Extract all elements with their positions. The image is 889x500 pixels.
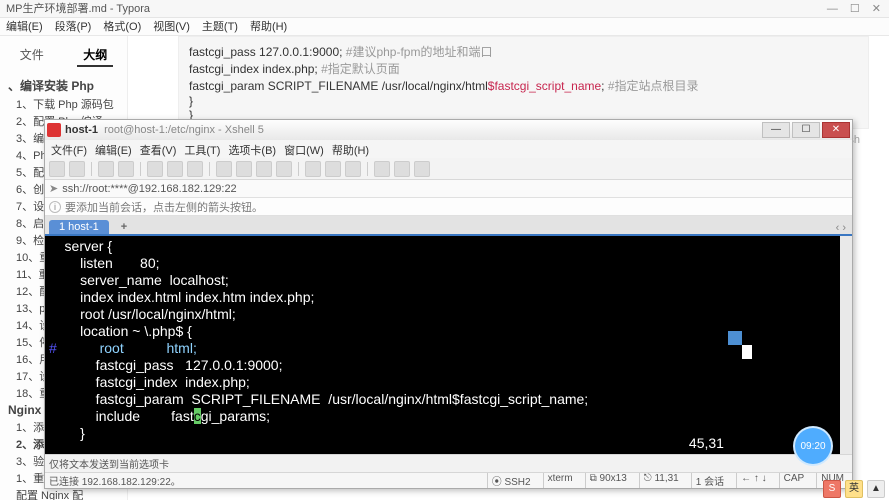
code-block[interactable]: fastcgi_pass 127.0.0.1:9000; #建议php-fpm的… xyxy=(178,36,869,129)
terminal-scrollbar[interactable] xyxy=(840,236,852,454)
xshell-status-bar: 已连接 192.168.182.129:22。 ⦿ SSH2xterm⧉ 90x… xyxy=(45,472,852,488)
tb-print-icon[interactable] xyxy=(374,161,390,177)
typora-menubar[interactable]: 编辑(E) 段落(P) 格式(O) 视图(V) 主题(T) 帮助(H) xyxy=(0,18,889,36)
tray-ime-icon[interactable]: 英 xyxy=(845,480,863,498)
address-text[interactable]: ssh://root:****@192.168.182.129:22 xyxy=(62,183,236,195)
tb-open-icon[interactable] xyxy=(69,161,85,177)
tray-more-icon[interactable]: ▲ xyxy=(867,480,885,498)
side-tab-outline[interactable]: 大纲 xyxy=(77,44,113,67)
side-tab-files[interactable]: 文件 xyxy=(14,44,50,67)
typora-titlebar: MP生产环境部署.md - Typora — ☐ ✕ xyxy=(0,0,889,18)
window-close[interactable]: ✕ xyxy=(872,0,881,17)
xshell-tabs[interactable]: 1 host-1 + ‹ › xyxy=(45,216,852,234)
menu-edit[interactable]: 编辑(E) xyxy=(6,18,43,35)
outline-item[interactable]: 1、下载 Php 源码包 xyxy=(8,96,119,112)
typora-title-text: MP生产环境部署.md - Typora xyxy=(6,0,150,17)
xshell-app-icon xyxy=(47,123,61,137)
tb-disconnect-icon[interactable] xyxy=(118,161,134,177)
tb-paste-icon[interactable] xyxy=(167,161,183,177)
tb-help-icon[interactable] xyxy=(414,161,430,177)
window-min[interactable]: — xyxy=(827,0,838,17)
tb-xftp-icon[interactable] xyxy=(325,161,341,177)
selection-block2 xyxy=(742,345,752,359)
menu-help[interactable]: 帮助(H) xyxy=(250,18,287,35)
selection-block xyxy=(728,331,742,345)
xshell-compose-bar[interactable]: 仅将文本发送到当前选项卡 xyxy=(45,454,852,472)
menu-theme[interactable]: 主题(T) xyxy=(202,18,238,35)
xshell-min[interactable]: — xyxy=(762,122,790,138)
xshell-hint-bar: i 要添加当前会话，点击左侧的箭头按钮。 xyxy=(45,198,852,216)
time-bubble[interactable]: 09:20 xyxy=(795,428,831,464)
xshell-window[interactable]: host-1 root@host-1:/etc/nginx - Xshell 5… xyxy=(44,119,853,489)
xshell-close[interactable]: ✕ xyxy=(822,122,850,138)
tb-fs-icon[interactable] xyxy=(276,161,292,177)
tray-icon-1[interactable]: S xyxy=(823,480,841,498)
tb-color-icon[interactable] xyxy=(236,161,252,177)
go-icon[interactable]: ➤ xyxy=(49,182,58,195)
tb-props-icon[interactable] xyxy=(216,161,232,177)
tb-font-icon[interactable] xyxy=(256,161,272,177)
session-tab[interactable]: 1 host-1 xyxy=(49,220,109,234)
tb-reconnect-icon[interactable] xyxy=(98,161,114,177)
vim-position: 45,31 xyxy=(689,435,724,452)
menu-paragraph[interactable]: 段落(P) xyxy=(55,18,92,35)
tb-chat-icon[interactable] xyxy=(394,161,410,177)
window-max[interactable]: ☐ xyxy=(850,0,860,17)
menu-format[interactable]: 格式(O) xyxy=(103,18,141,35)
xshell-address-bar[interactable]: ➤ ssh://root:****@192.168.182.129:22 xyxy=(45,180,852,198)
xshell-menubar[interactable]: 文件(F) 编辑(E) 查看(V) 工具(T) 选项卡(B) 窗口(W) 帮助(… xyxy=(45,140,852,158)
terminal[interactable]: server { listen 80; server_name localhos… xyxy=(45,234,852,454)
menu-view[interactable]: 视图(V) xyxy=(153,18,190,35)
outline-item[interactable]: 、编译安装 Php xyxy=(8,77,119,94)
system-tray[interactable]: S 英 ▲ xyxy=(823,480,885,498)
tb-new-icon[interactable] xyxy=(49,161,65,177)
hint-icon: i xyxy=(49,201,61,213)
tab-scroll[interactable]: ‹ › xyxy=(836,222,852,234)
tb-lock-icon[interactable] xyxy=(345,161,361,177)
xshell-max[interactable]: ☐ xyxy=(792,122,820,138)
xshell-toolbar[interactable] xyxy=(45,158,852,180)
tb-find-icon[interactable] xyxy=(187,161,203,177)
add-tab[interactable]: + xyxy=(111,220,137,234)
tb-tunnel-icon[interactable] xyxy=(305,161,321,177)
tb-copy-icon[interactable] xyxy=(147,161,163,177)
xshell-titlebar[interactable]: host-1 root@host-1:/etc/nginx - Xshell 5… xyxy=(45,120,852,140)
